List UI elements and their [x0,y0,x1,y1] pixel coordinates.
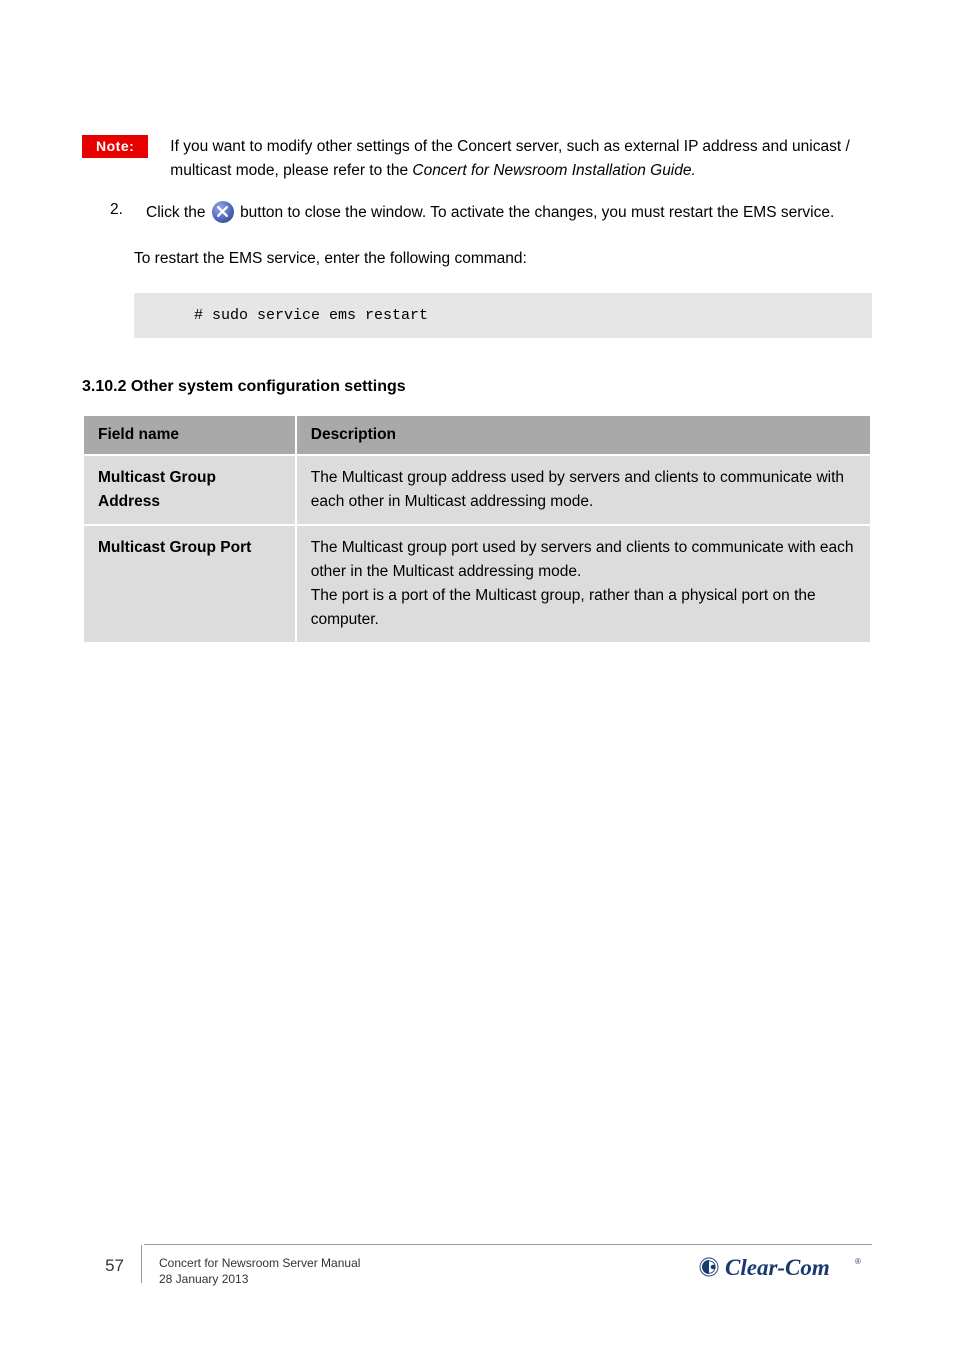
footer-divider [144,1244,872,1245]
footer-doc-title: Concert for Newsroom Server Manual [159,1255,360,1271]
code-block: # sudo service ems restart [134,293,872,338]
cell-field-name: Multicast Group Port [83,525,296,643]
table-row: Multicast Group Address The Multicast gr… [83,455,871,525]
step-text-after: button to close the window. To activate … [240,204,834,221]
footer-date: 28 January 2013 [159,1271,360,1287]
footer-content: 57 Concert for Newsroom Server Manual 28… [82,1255,872,1290]
clear-com-logo: Clear-Com ® [697,1249,872,1290]
step-2: 2. Click the button to close the window.… [110,201,872,225]
note-body-text: If you want to modify other settings of … [170,138,850,179]
svg-text:®: ® [855,1257,861,1266]
th-description: Description [296,415,871,455]
footer-vertical-divider [141,1245,142,1283]
table-row: Multicast Group Port The Multicast group… [83,525,871,643]
step-number: 2. [110,201,128,219]
step-body: Click the button to close the window. To… [146,201,834,225]
cell-description: The Multicast group port used by servers… [296,525,871,643]
note-text: If you want to modify other settings of … [170,135,872,183]
cell-description: The Multicast group address used by serv… [296,455,871,525]
svg-text:Clear-Com: Clear-Com [725,1255,830,1280]
footer-text: Concert for Newsroom Server Manual 28 Ja… [159,1255,360,1287]
footer-left: 57 Concert for Newsroom Server Manual 28… [82,1255,360,1287]
note-label: Note: [96,138,134,154]
page-footer: 57 Concert for Newsroom Server Manual 28… [82,1244,872,1290]
table-header-row: Field name Description [83,415,871,455]
step-text-before: Click the [146,204,210,221]
note-badge: Note: [82,135,148,158]
config-settings-table: Field name Description Multicast Group A… [82,414,872,644]
th-field-name: Field name [83,415,296,455]
note-block: Note: If you want to modify other settin… [82,82,872,183]
restart-paragraph: To restart the EMS service, enter the fo… [134,247,872,271]
page-number: 57 [82,1255,124,1276]
close-window-icon [212,201,234,223]
cell-field-name: Multicast Group Address [83,455,296,525]
section-heading: 3.10.2 Other system configuration settin… [82,378,872,396]
